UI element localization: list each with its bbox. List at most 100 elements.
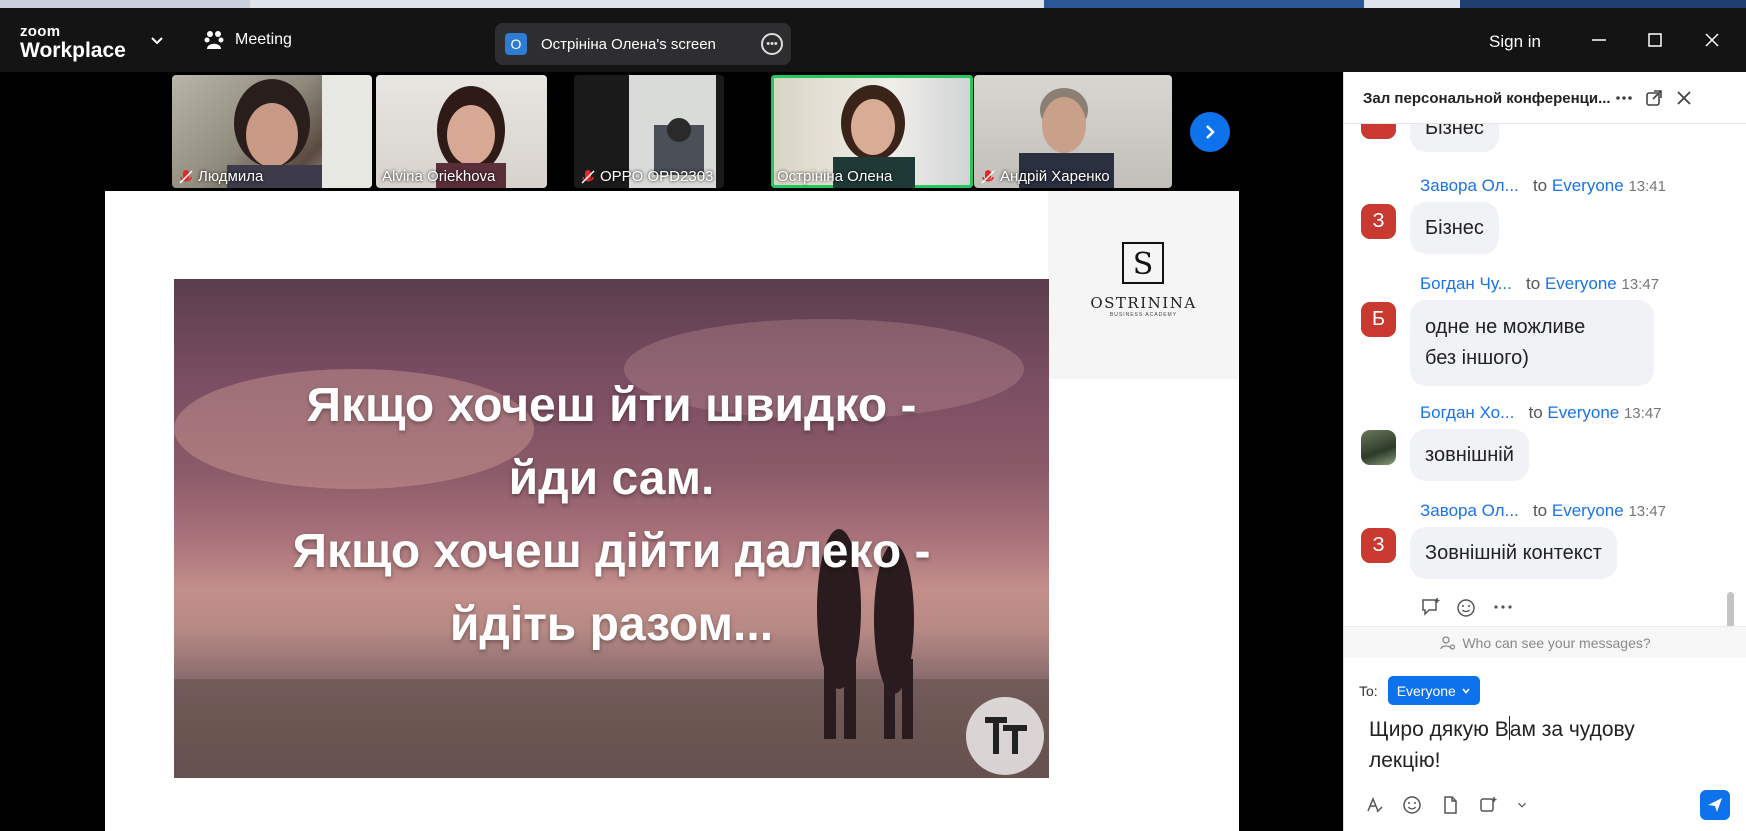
title-bar: zoom Workplace Meeting O Острініна Олена…	[0, 0, 1746, 72]
add-reaction-icon[interactable]	[1456, 596, 1478, 618]
ostrinina-emblem-icon: S	[1122, 242, 1164, 284]
next-page-button[interactable]	[1190, 112, 1230, 152]
sender-name[interactable]: Завора Ол...	[1420, 176, 1519, 195]
close-chat-icon[interactable]	[1674, 88, 1694, 108]
sender-name[interactable]: Завора Ол...	[1420, 501, 1519, 520]
screenshot-icon[interactable]	[1478, 795, 1498, 815]
send-button[interactable]	[1700, 790, 1730, 820]
pop-out-icon[interactable]	[1644, 88, 1664, 108]
participant-name: Alvina Oriekhova	[382, 168, 496, 185]
video-tile[interactable]: Андрій Харенко	[974, 75, 1172, 188]
video-tile[interactable]: Людмила	[172, 75, 372, 188]
to-word: to	[1532, 176, 1548, 195]
participant-label: Людмила	[178, 168, 263, 185]
video-tile[interactable]: Alvina Oriekhova	[376, 75, 547, 188]
quote-line: Якщо хочеш дійти далеко -	[292, 525, 931, 578]
brand-name: OSTRININA	[1090, 294, 1197, 312]
more-actions-icon[interactable]	[1492, 596, 1514, 618]
taskbar-strip	[0, 0, 1746, 8]
chevron-right-icon	[1206, 125, 1215, 139]
participant-name: Андрій Харенко	[1000, 168, 1110, 185]
recipient-dropdown-label: Everyone	[1396, 682, 1456, 699]
participant-label: Андрій Харенко	[980, 168, 1110, 185]
message-time: 13:47	[1623, 405, 1662, 422]
zoom-workplace-logo: zoom Workplace	[20, 24, 126, 61]
reply-thread-icon[interactable]	[1420, 596, 1442, 618]
close-icon[interactable]	[1700, 28, 1724, 52]
participant-name: Острініна Олена	[777, 168, 893, 185]
mic-muted-icon	[179, 169, 193, 184]
avatar-photo	[1361, 430, 1396, 465]
recipient-name: Everyone	[1551, 176, 1624, 195]
meeting-menu[interactable]: Meeting	[203, 30, 292, 50]
participants-icon	[204, 31, 224, 49]
ostrinina-logo: S OSTRININA BUSINESS ACADEMY	[1048, 191, 1239, 379]
quote-line: Якщо хочеш йти швидко -	[306, 379, 917, 432]
message-bubble: одне не можливе без іншого)	[1410, 300, 1654, 386]
tt-watermark-icon	[966, 697, 1044, 775]
quote-line: йди сам.	[508, 452, 715, 505]
zoom-window: zoom Workplace Meeting O Острініна Олена…	[0, 0, 1746, 831]
participant-label: OPPO OPD2303	[580, 168, 713, 185]
screen-share-indicator[interactable]: O Острініна Олена's screen •••	[495, 23, 791, 65]
more-options-icon[interactable]: •••	[761, 33, 783, 55]
maximize-icon[interactable]	[1643, 28, 1667, 52]
recipient-row: To: Everyone	[1359, 676, 1480, 705]
compose-text-before: Щиро дякую В	[1369, 718, 1509, 741]
format-text-icon[interactable]	[1364, 795, 1384, 815]
chevron-down-icon[interactable]	[150, 34, 164, 48]
recipient-dropdown[interactable]: Everyone	[1387, 676, 1480, 705]
privacy-text: Who can see your messages?	[1462, 634, 1651, 651]
participant-label: Alvina Oriekhova	[382, 168, 495, 185]
person-eye-icon	[1440, 635, 1456, 650]
to-word: to	[1532, 501, 1548, 520]
mic-muted-icon	[581, 169, 595, 184]
to-word: to	[1528, 403, 1543, 422]
participant-label: Острініна Олена	[777, 168, 892, 185]
privacy-hint[interactable]: Who can see your messages?	[1344, 626, 1746, 658]
logo-workplace-text: Workplace	[20, 39, 126, 62]
sender-name[interactable]: Богдан Хо...	[1420, 403, 1514, 422]
message-bubble: Бізнес	[1410, 124, 1499, 152]
message-bubble: зовнішній	[1410, 429, 1529, 481]
to-label: To:	[1359, 682, 1378, 699]
sender-name[interactable]: Богдан Чу...	[1420, 274, 1512, 293]
avatar: Б	[1361, 302, 1396, 337]
sign-in-button[interactable]: Sign in	[1489, 32, 1541, 52]
meeting-label: Meeting	[235, 31, 292, 48]
quote-text: Якщо хочеш йти швидко - йди сам. Якщо хо…	[174, 369, 1049, 661]
message-text: зовнішній	[1425, 443, 1514, 466]
message-text: Бізнес	[1425, 216, 1484, 239]
recipient-name: Everyone	[1547, 403, 1620, 422]
mic-muted-icon	[981, 169, 995, 184]
message-meta: Богдан Хо... to Everyone 13:47	[1420, 403, 1662, 423]
recipient-name: Everyone	[1544, 274, 1617, 293]
recipient-name: Everyone	[1551, 501, 1624, 520]
avatar: З	[1361, 528, 1396, 563]
message-list: Бізнес З Завора Ол... to Everyone 13:41 …	[1344, 124, 1746, 697]
message-text: одне не можливе	[1425, 316, 1586, 338]
video-tile-active-speaker[interactable]: Острініна Олена	[771, 75, 973, 188]
file-icon[interactable]	[1440, 795, 1460, 815]
message-text: Зовнішній контекст	[1425, 541, 1602, 564]
logo-zoom-text: zoom	[20, 23, 61, 40]
chat-header: Зал персональной конференци...	[1344, 72, 1746, 124]
avatar	[1361, 124, 1396, 139]
chevron-down-icon[interactable]	[1516, 795, 1528, 815]
chevron-down-icon	[1462, 687, 1470, 694]
video-tile[interactable]: OPPO OPD2303	[574, 75, 724, 188]
svg-text:S: S	[1133, 247, 1154, 282]
emoji-icon[interactable]	[1402, 795, 1422, 815]
message-time: 13:47	[1621, 276, 1660, 293]
compose-toolbar	[1364, 795, 1528, 815]
participant-name: OPPO OPD2303	[600, 168, 714, 185]
chat-title: Зал персональной конференци...	[1363, 90, 1611, 107]
message-time: 13:41	[1628, 178, 1666, 195]
screen-share-label: Острініна Олена's screen	[541, 35, 716, 53]
message-input[interactable]: Щиро дякую Вам за чудову лекцію!	[1369, 714, 1709, 776]
message-text: Бізнес	[1425, 124, 1484, 139]
minimize-icon[interactable]	[1587, 28, 1611, 52]
message-actions	[1420, 596, 1514, 618]
quote-line: йдіть разом...	[449, 598, 774, 651]
more-icon[interactable]	[1614, 88, 1634, 108]
